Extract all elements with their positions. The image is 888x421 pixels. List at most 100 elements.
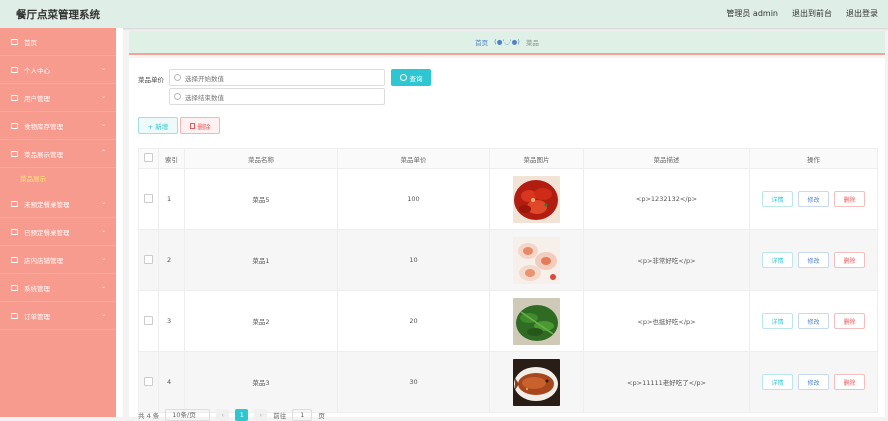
cell-index: 2	[158, 229, 185, 291]
table-row: 2 菜品1 10 <p>非常好吃</p> 详情 修改 删除	[138, 229, 878, 291]
select-all-checkbox[interactable]	[144, 153, 153, 162]
table-row: 1 菜品5 100 <p>1232132</p> 详情 修改 删除	[138, 168, 878, 230]
row-select-cell	[138, 168, 159, 230]
query-button[interactable]: 查询	[391, 69, 431, 86]
chevron-down-icon: ⌄	[100, 65, 106, 72]
cell-price: 100	[337, 168, 490, 230]
sidebar-item-users[interactable]: 用户管理 ⌄	[0, 84, 116, 112]
column-header-index: 索引	[158, 148, 185, 169]
goto-page-input[interactable]: 1	[292, 409, 313, 421]
sidebar-item-home[interactable]: 首页	[0, 28, 116, 56]
cell-index: 4	[158, 351, 185, 413]
sidebar-item-label: 首页	[24, 38, 37, 47]
edit-button[interactable]: 修改	[798, 374, 829, 390]
delete-button[interactable]: 删除	[834, 252, 865, 268]
logout-link[interactable]: 退出登录	[846, 8, 878, 19]
cell-description: <p>非常好吃</p>	[583, 229, 750, 291]
delete-button[interactable]: 删除	[834, 191, 865, 207]
breadcrumb-current: 菜品	[525, 39, 539, 47]
table-row: 3 菜品2 20 <p>也挺好吃</p> 详情 修改 删除	[138, 290, 878, 352]
chevron-down-icon: ⌄	[100, 227, 106, 234]
chevron-down-icon: ⌄	[100, 283, 106, 290]
next-page-button[interactable]: ›	[254, 409, 268, 421]
grid-icon	[11, 94, 18, 101]
user-icon	[11, 66, 18, 73]
price-start-field[interactable]	[169, 69, 385, 86]
row-checkbox[interactable]	[144, 193, 153, 203]
dish-image-greens[interactable]	[513, 297, 560, 345]
cell-actions: 详情 修改 删除	[749, 290, 878, 352]
detail-button[interactable]: 详情	[762, 374, 793, 390]
sidebar-item-shops[interactable]: 店内店铺管理 ⌄	[0, 246, 116, 274]
cell-image	[489, 168, 584, 230]
dish-image-crayfish[interactable]	[513, 175, 560, 223]
sidebar-gutter	[116, 28, 123, 417]
page-number-button[interactable]: 1	[235, 409, 249, 421]
search-icon	[399, 74, 407, 81]
shop-icon	[11, 256, 18, 263]
dish-image-scallops[interactable]	[513, 236, 560, 284]
pagination: 共 4 条 10条/页 ‹ 1 › 前往 1 页	[138, 409, 325, 421]
prev-page-button[interactable]: ‹	[216, 409, 230, 421]
column-header-name: 菜品名称	[184, 148, 338, 169]
cell-index: 1	[158, 168, 185, 230]
page-size-select[interactable]: 10条/页	[165, 409, 211, 421]
row-checkbox[interactable]	[144, 376, 153, 386]
chevron-down-icon: ⌄	[100, 121, 106, 128]
sidebar-item-label: 用户管理	[24, 94, 50, 103]
breadcrumb-separator: (●'◡'●)	[494, 38, 520, 46]
detail-button[interactable]: 详情	[762, 191, 793, 207]
cell-name: 菜品1	[184, 229, 338, 291]
query-button-label: 查询	[409, 74, 423, 83]
column-header-description: 菜品描述	[583, 148, 750, 169]
sidebar-subitem-dish-display[interactable]: 菜品展示	[0, 168, 116, 190]
chevron-down-icon: ⌄	[100, 311, 106, 318]
breadcrumb: 首页 (●'◡'●) 菜品	[129, 31, 885, 55]
chevron-down-icon: ⌄	[100, 199, 106, 206]
page-unit-label: 页	[318, 412, 325, 420]
dish-image-fish[interactable]	[513, 358, 560, 406]
cell-description: <p>11111老好吃了</p>	[583, 351, 750, 413]
edit-button[interactable]: 修改	[798, 191, 829, 207]
row-select-cell	[138, 351, 159, 413]
row-checkbox[interactable]	[144, 254, 153, 264]
detail-button[interactable]: 详情	[762, 313, 793, 329]
table-icon	[11, 228, 18, 235]
cell-actions: 详情 修改 删除	[749, 229, 878, 291]
sidebar-item-orders[interactable]: 订单管理 ⌄	[0, 302, 116, 330]
column-header-image: 菜品图片	[489, 148, 584, 169]
sidebar-item-system[interactable]: 系统管理 ⌄	[0, 274, 116, 302]
sidebar-item-unbooked-tables[interactable]: 未预定餐桌管理 ⌄	[0, 190, 116, 218]
chevron-down-icon: ⌄	[100, 93, 106, 100]
edit-button[interactable]: 修改	[798, 313, 829, 329]
price-end-input[interactable]	[183, 90, 377, 105]
sidebar-item-label: 个人中心	[24, 66, 50, 75]
add-button[interactable]: + 新增	[138, 117, 178, 134]
search-icon	[174, 74, 181, 81]
chart-icon	[11, 122, 18, 129]
cell-actions: 详情 修改 删除	[749, 168, 878, 230]
cell-description: <p>也挺好吃</p>	[583, 290, 750, 352]
row-select-cell	[138, 290, 159, 352]
edit-button[interactable]: 修改	[798, 252, 829, 268]
row-select-cell	[138, 229, 159, 291]
sidebar-item-inventory[interactable]: 食物库存管理 ⌄	[0, 112, 116, 140]
delete-button[interactable]: 删除	[834, 374, 865, 390]
row-checkbox[interactable]	[144, 315, 153, 325]
price-end-field[interactable]	[169, 88, 385, 105]
detail-button[interactable]: 详情	[762, 252, 793, 268]
column-header-actions: 操作	[749, 148, 878, 169]
cell-price: 10	[337, 229, 490, 291]
breadcrumb-home[interactable]: 首页	[475, 37, 488, 47]
chevron-up-icon: ⌃	[100, 149, 106, 156]
price-start-input[interactable]	[183, 71, 377, 86]
sidebar-item-profile[interactable]: 个人中心 ⌄	[0, 56, 116, 84]
price-filter-label: 菜品单价	[138, 76, 164, 84]
back-to-front-link[interactable]: 退出到前台	[792, 8, 832, 19]
batch-delete-button[interactable]: 删除	[180, 117, 220, 134]
sidebar-item-booked-tables[interactable]: 已预定餐桌管理 ⌄	[0, 218, 116, 246]
delete-button[interactable]: 删除	[834, 313, 865, 329]
sidebar-item-label: 菜品展示管理	[24, 150, 63, 159]
top-right-menu: 管理员 admin 退出到前台 退出登录	[726, 8, 878, 19]
sidebar-item-dishes[interactable]: 菜品展示管理 ⌃	[0, 140, 116, 168]
